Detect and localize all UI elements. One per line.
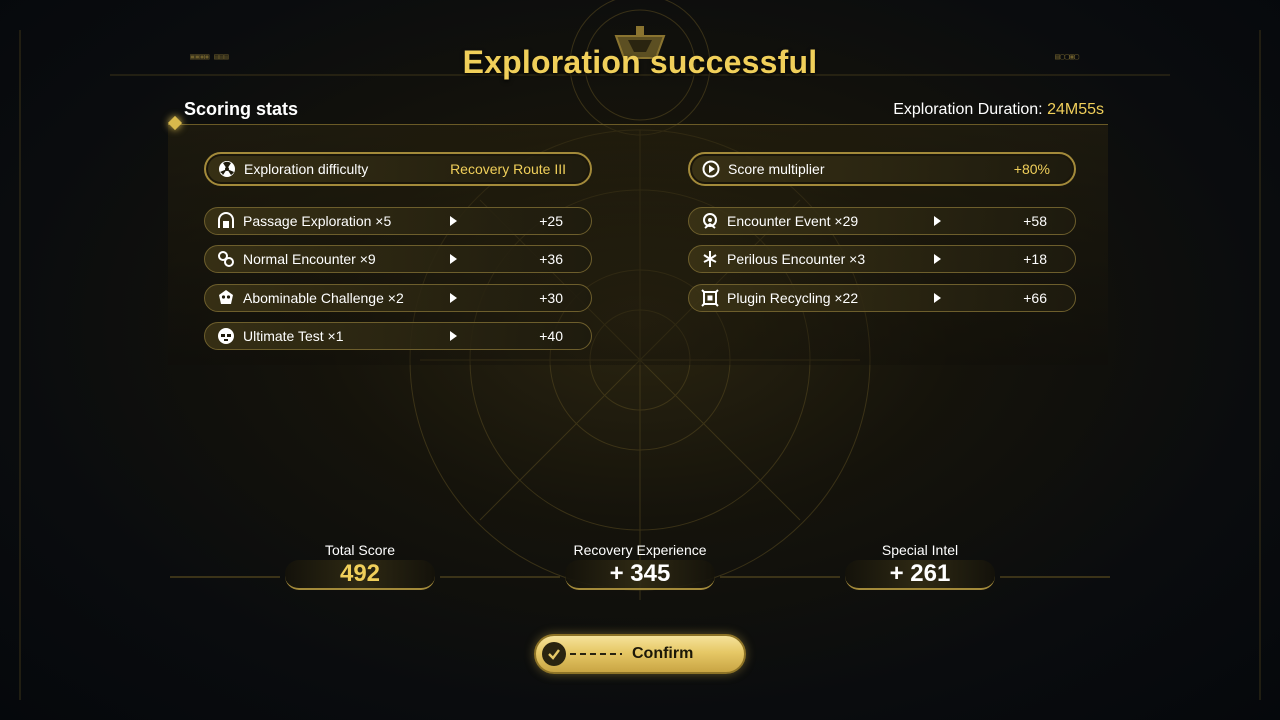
passage-icon <box>217 212 235 230</box>
row-value: +40 <box>539 328 563 344</box>
expand-arrow-icon[interactable] <box>450 216 457 226</box>
divider-line <box>1000 576 1110 578</box>
expand-arrow-icon[interactable] <box>450 293 457 303</box>
difficulty-value: Recovery Route III <box>450 161 566 177</box>
mask-icon <box>217 327 235 345</box>
plugin-icon <box>701 289 719 307</box>
expand-arrow-icon[interactable] <box>450 254 457 264</box>
special-intel-label: Special Intel <box>881 542 959 558</box>
duration-value: 24M55s <box>1047 101 1104 118</box>
difficulty-row: Exploration difficulty Recovery Route II… <box>204 152 592 186</box>
score-row-encounter-event[interactable]: Encounter Event ×29 +58 <box>688 207 1076 235</box>
divider-line <box>170 576 280 578</box>
score-row-normal-encounter[interactable]: Normal Encounter ×9 +36 <box>204 245 592 273</box>
expand-arrow-icon[interactable] <box>934 293 941 303</box>
multiplier-value: +80% <box>1013 161 1050 177</box>
confirm-button[interactable]: Confirm <box>534 634 746 674</box>
skull-icon <box>217 289 235 307</box>
multiplier-row: Score multiplier +80% <box>688 152 1076 186</box>
radiation-icon <box>218 160 236 178</box>
decorative-dots <box>570 653 622 655</box>
score-row-ultimate-test[interactable]: Ultimate Test ×1 +40 <box>204 322 592 350</box>
row-value: +25 <box>539 213 563 229</box>
play-circle-icon <box>702 160 720 178</box>
page-title: Exploration successful <box>462 44 818 80</box>
score-row-abominable-challenge[interactable]: Abominable Challenge ×2 +30 <box>204 284 592 312</box>
score-row-plugin-recycling[interactable]: Plugin Recycling ×22 +66 <box>688 284 1076 312</box>
total-score-value: 492 <box>285 560 435 590</box>
total-score-label: Total Score <box>324 542 396 558</box>
row-value: +36 <box>539 251 563 267</box>
check-icon <box>542 642 566 666</box>
total-score: Total Score 492 <box>285 542 435 590</box>
expand-arrow-icon[interactable] <box>450 331 457 341</box>
row-value: +58 <box>1023 213 1047 229</box>
recovery-experience-value: + 345 <box>565 560 715 590</box>
recovery-experience: Recovery Experience + 345 <box>565 542 715 590</box>
perilous-icon <box>701 250 719 268</box>
divider-line <box>440 576 560 578</box>
special-intel-value: + 261 <box>845 560 995 590</box>
section-title: Scoring stats <box>184 99 299 119</box>
encounter-icon <box>217 250 235 268</box>
exploration-duration: Exploration Duration: 24M55s <box>893 101 1104 119</box>
special-intel: Special Intel + 261 <box>845 542 995 590</box>
expand-arrow-icon[interactable] <box>934 254 941 264</box>
event-icon <box>701 212 719 230</box>
row-value: +18 <box>1023 251 1047 267</box>
score-row-perilous-encounter[interactable]: Perilous Encounter ×3 +18 <box>688 245 1076 273</box>
score-row-passage-exploration[interactable]: Passage Exploration ×5 +25 <box>204 207 592 235</box>
row-value: +30 <box>539 290 563 306</box>
duration-label: Exploration Duration: <box>893 101 1043 118</box>
recovery-experience-label: Recovery Experience <box>573 542 707 558</box>
row-value: +66 <box>1023 290 1047 306</box>
confirm-label: Confirm <box>632 645 694 662</box>
expand-arrow-icon[interactable] <box>934 216 941 226</box>
divider-line <box>720 576 840 578</box>
